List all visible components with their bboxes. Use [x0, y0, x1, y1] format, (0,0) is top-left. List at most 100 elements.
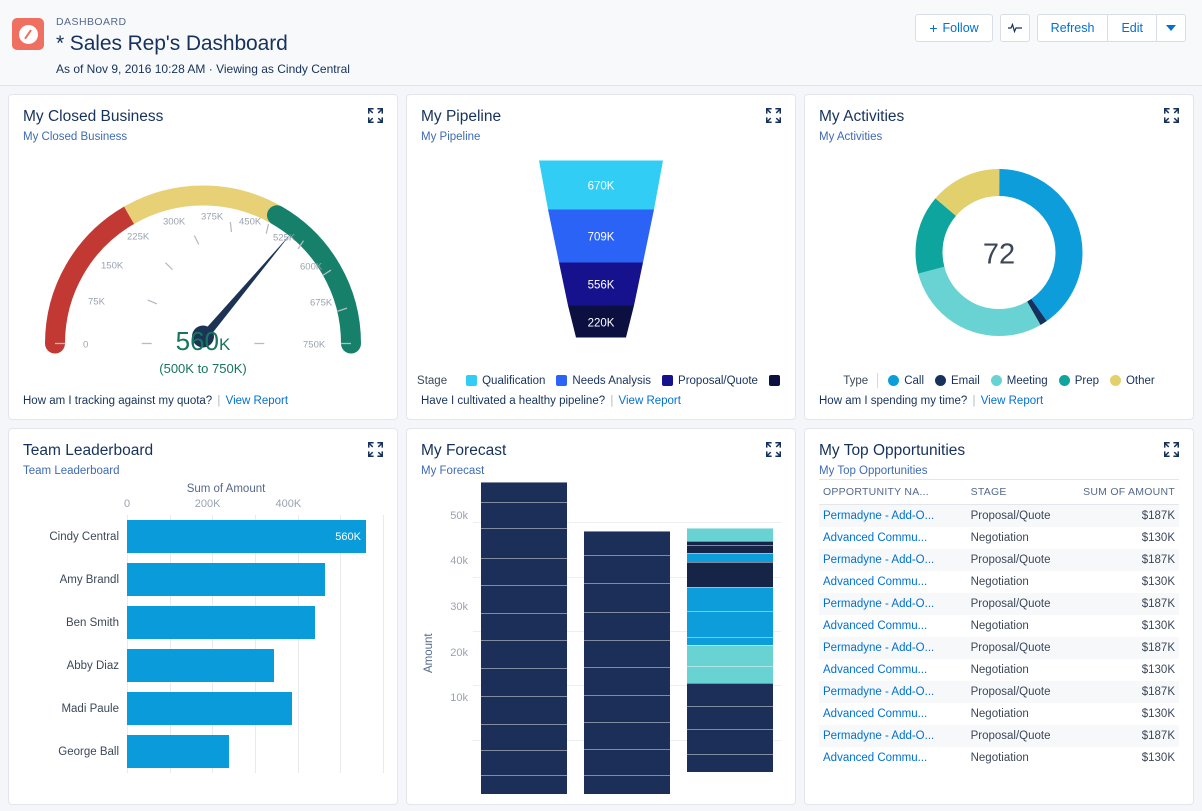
table-row: Advanced Commu...Negotiation$130K [819, 615, 1179, 637]
forecast-y-tick: 30k [450, 601, 468, 613]
forecast-bar-segment[interactable] [687, 645, 773, 667]
expand-icon[interactable] [368, 442, 383, 457]
cell-stage: Proposal/Quote [967, 505, 1079, 527]
follow-button[interactable]: + Follow [915, 14, 992, 42]
forecast-bar-segment[interactable] [481, 775, 567, 794]
forecast-bar-segment[interactable] [481, 750, 567, 774]
legend-item-proposal-quote[interactable]: Proposal/Quote [662, 375, 758, 387]
legend-item-qualification[interactable]: Qualification [466, 375, 545, 387]
forecast-bar-segment[interactable] [481, 668, 567, 696]
opportunity-link[interactable]: Permadyne - Add-O... [823, 730, 934, 742]
legend-swatch [935, 375, 946, 386]
forecast-bar-segment[interactable] [687, 729, 773, 753]
forecast-bar[interactable] [481, 482, 567, 794]
leaderboard-bar[interactable] [127, 692, 292, 725]
forecast-bar-segment[interactable] [584, 775, 670, 794]
legend-item-call[interactable]: Call [888, 375, 924, 387]
leaderboard-bar[interactable]: 560K [127, 520, 366, 553]
forecast-bar-segment[interactable] [584, 722, 670, 749]
view-report-link[interactable]: View Report [226, 395, 288, 407]
forecast-bar-segment[interactable] [584, 667, 670, 695]
expand-icon[interactable] [368, 108, 383, 123]
salesforce-dashboard-icon [12, 18, 44, 50]
forecast-bar-segment[interactable] [687, 553, 773, 561]
forecast-bar-segment[interactable] [687, 666, 773, 682]
column-header-stage[interactable]: STAGE [967, 480, 1079, 505]
legend-item-meeting[interactable]: Meeting [991, 375, 1048, 387]
forecast-bar-segment[interactable] [687, 754, 773, 772]
forecast-bar-segment[interactable] [687, 611, 773, 637]
forecast-bar-segment[interactable] [687, 683, 773, 706]
forecast-bar-segment[interactable] [584, 531, 670, 555]
view-report-link[interactable]: View Report [619, 395, 681, 407]
legend-item-needs-analysis[interactable]: Needs Analysis [556, 375, 651, 387]
forecast-bar-segment[interactable] [481, 482, 567, 503]
table-row: Advanced Commu... Negotiation$130K [819, 747, 1179, 769]
cell-stage: Negotiation [967, 747, 1079, 769]
opportunity-link[interactable]: Permadyne - Add-O... [823, 598, 934, 610]
forecast-bar-segment[interactable] [584, 749, 670, 775]
forecast-bar-segment[interactable] [687, 706, 773, 729]
legend-item-overflow[interactable] [769, 375, 785, 386]
forecast-bar-segment[interactable] [481, 640, 567, 668]
expand-icon[interactable] [766, 108, 781, 123]
forecast-bar-segment[interactable] [481, 724, 567, 750]
forecast-bar-segment[interactable] [481, 502, 567, 528]
forecast-bar-segment[interactable] [481, 696, 567, 724]
leaderboard-bar[interactable] [127, 563, 325, 596]
cell-stage: Proposal/Quote [967, 549, 1079, 571]
forecast-bar-segment[interactable] [481, 528, 567, 558]
opportunity-link[interactable]: Advanced Commu... [823, 708, 927, 720]
table-row: Advanced Commu...Negotiation$130K [819, 659, 1179, 681]
forecast-y-tick: 40k [450, 555, 468, 567]
table-row: Advanced Commu...Negotiation$130K [819, 703, 1179, 725]
column-header-sum-of-amount[interactable]: SUM OF AMOUNT [1078, 480, 1179, 505]
opportunity-link[interactable]: Advanced Commu... [823, 532, 927, 544]
forecast-bar-segment[interactable] [687, 562, 773, 587]
more-actions-button[interactable] [1156, 14, 1186, 42]
opportunity-link[interactable]: Advanced Commu... [823, 620, 927, 632]
opportunity-link[interactable]: Permadyne - Add-O... [823, 554, 934, 566]
legend-label: Other [1126, 375, 1155, 387]
opportunity-link[interactable]: Permadyne - Add-O... [823, 686, 934, 698]
forecast-bar-segment[interactable] [584, 640, 670, 667]
refresh-button[interactable]: Refresh [1037, 14, 1109, 42]
forecast-bar-segment[interactable] [687, 587, 773, 612]
forecast-bar-segment[interactable] [687, 528, 773, 542]
forecast-bar[interactable] [687, 528, 773, 794]
forecast-bar[interactable] [584, 531, 670, 794]
leaderboard-bar[interactable] [127, 649, 274, 682]
forecast-bar-segment[interactable] [481, 613, 567, 640]
expand-icon[interactable] [1164, 108, 1179, 123]
expand-icon[interactable] [766, 442, 781, 457]
forecast-bar-segment[interactable] [584, 612, 670, 640]
forecast-bar-segment[interactable] [584, 555, 670, 583]
cell-sum-of-amount: $130K [1078, 747, 1179, 769]
gridline [340, 730, 341, 773]
forecast-bar-segment[interactable] [584, 583, 670, 612]
forecast-bar-segment[interactable] [481, 558, 567, 585]
legend-item-email[interactable]: Email [935, 375, 980, 387]
legend-item-prep[interactable]: Prep [1059, 375, 1099, 387]
view-report-link[interactable]: View Report [981, 395, 1043, 407]
pulse-button[interactable] [1000, 14, 1030, 42]
funnel-label-1: 670K [588, 181, 615, 193]
opportunity-link[interactable]: Advanced Commu... [823, 664, 927, 676]
leaderboard-bar[interactable] [127, 606, 315, 639]
opportunity-link[interactable]: Permadyne - Add-O... [823, 510, 934, 522]
column-header-opportunity-name[interactable]: OPPORTUNITY NA... [819, 480, 967, 505]
forecast-bar-segment[interactable] [481, 585, 567, 613]
opportunity-link[interactable]: Advanced Commu... [823, 576, 927, 588]
forecast-bar-segment[interactable] [687, 545, 773, 554]
opportunity-link[interactable]: Advanced Commu... [823, 752, 927, 764]
legend-item-other[interactable]: Other [1110, 375, 1155, 387]
leaderboard-bar[interactable] [127, 735, 229, 768]
expand-icon[interactable] [1164, 442, 1179, 457]
edit-button[interactable]: Edit [1107, 14, 1157, 42]
opportunity-link[interactable]: Permadyne - Add-O... [823, 642, 934, 654]
cell-opportunity-name: Advanced Commu... [819, 615, 967, 637]
forecast-bar-segment[interactable] [687, 637, 773, 645]
forecast-bar-segment[interactable] [584, 695, 670, 722]
cell-opportunity-name: Advanced Commu... [819, 747, 967, 769]
card-title: My Closed Business [23, 107, 383, 127]
